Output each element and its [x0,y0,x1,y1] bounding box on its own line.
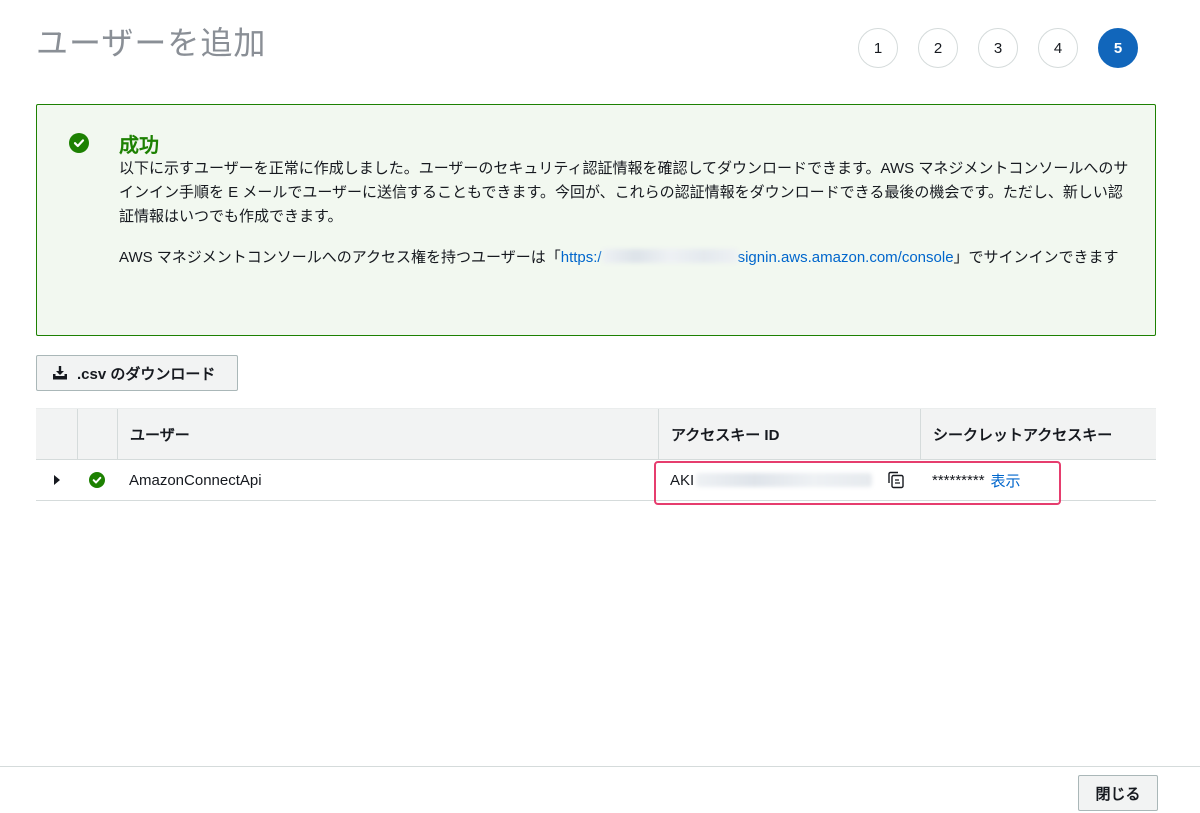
console-suffix: 」でサインインできます [953,249,1119,266]
download-csv-label: .csv のダウンロード [77,365,216,383]
alert-message: 以下に示すユーザーを正常に作成しました。ユーザーのセキュリティ認証情報を確認して… [119,160,1129,225]
download-icon [53,366,67,380]
access-key-prefix: AKI [670,471,695,489]
console-signin-link[interactable]: https:/signin.aws.amazon.com/console [561,249,954,266]
step-1[interactable]: 1 [858,28,898,68]
caret-right-icon[interactable] [53,475,60,485]
credentials-table: ユーザー アクセスキー ID シークレットアクセスキー AmazonConnec… [36,408,1156,501]
alert-body: 以下に示すユーザーを正常に作成しました。ユーザーのセキュリティ認証情報を確認して… [119,157,1129,270]
table-header: ユーザー アクセスキー ID シークレットアクセスキー [36,408,1156,460]
close-button[interactable]: 閉じる [1078,775,1158,811]
success-alert: 成功 以下に示すユーザーを正常に作成しました。ユーザーのセキュリティ認証情報を確… [36,104,1156,336]
step-5-active[interactable]: 5 [1098,28,1138,68]
secret-key-cell: ********* 表示 [920,460,1156,500]
header-status [77,409,117,459]
header-expand [36,409,77,459]
redacted-access-key [696,473,873,487]
user-name: AmazonConnectApi [129,471,262,489]
step-4[interactable]: 4 [1038,28,1078,68]
step-2[interactable]: 2 [918,28,958,68]
copy-icon[interactable] [886,471,906,489]
check-circle-icon [89,472,105,488]
expand-cell[interactable] [36,460,77,500]
redacted-account-id [601,249,738,263]
download-csv-button[interactable]: .csv のダウンロード [36,355,238,391]
status-cell [77,460,117,500]
header-secret-access-key: シークレットアクセスキー [920,409,1156,459]
console-prefix: AWS マネジメントコンソールへのアクセス権を持つユーザーは「 [119,249,561,266]
access-key-cell: AKI [658,460,920,500]
header-user: ユーザー [117,409,658,459]
alert-title: 成功 [119,135,159,157]
step-3[interactable]: 3 [978,28,1018,68]
secret-key-mask: ********* [932,471,985,489]
check-circle-icon [69,133,89,153]
console-signin-message: AWS マネジメントコンソールへのアクセス権を持つユーザーは「https:/si… [119,246,1129,270]
page-title: ユーザーを追加 [36,25,267,61]
show-secret-link[interactable]: 表示 [991,470,1021,491]
table-row: AmazonConnectApi AKI ********* 表示 [36,460,1156,501]
add-user-page: ユーザーを追加 1 2 3 4 5 成功 以下に示すユーザーを正常に作成しました… [0,0,1200,813]
footer-divider [0,766,1200,767]
wizard-steps: 1 2 3 4 5 [858,28,1138,68]
header-access-key-id: アクセスキー ID [658,409,920,459]
